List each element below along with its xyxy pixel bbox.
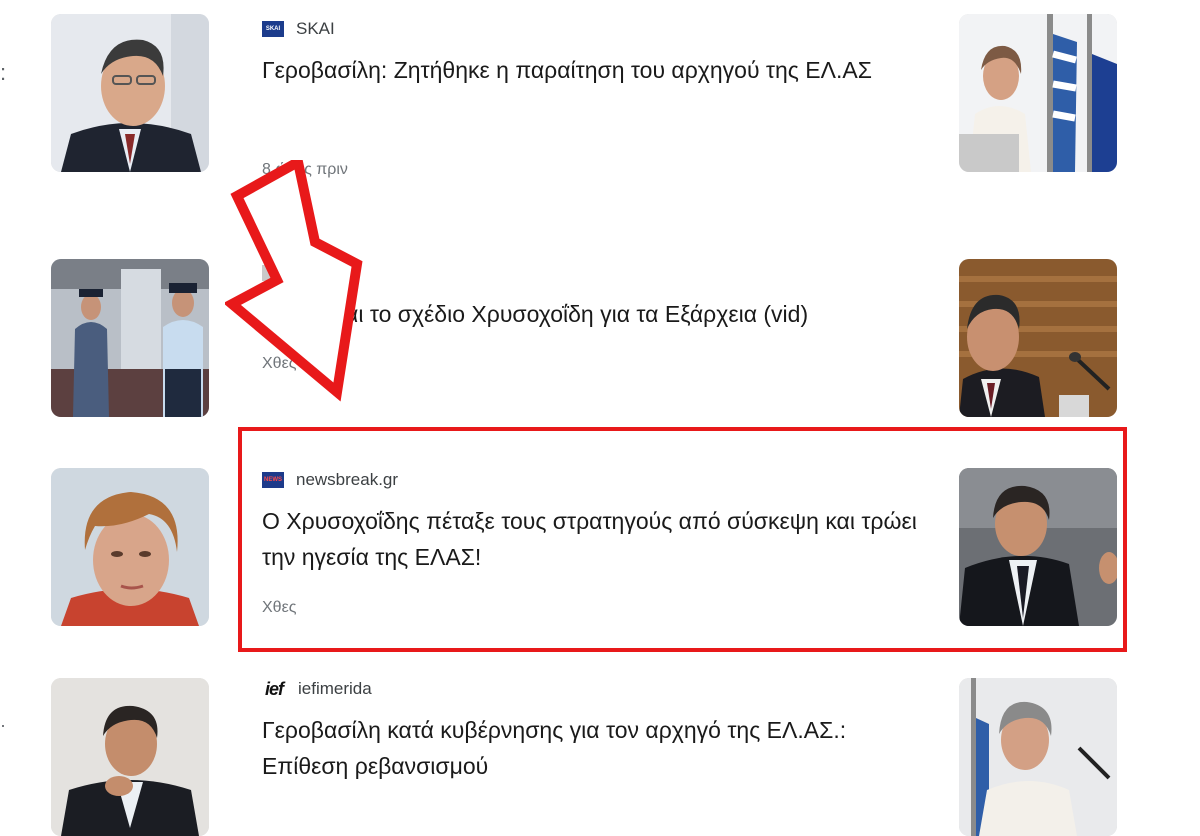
article-1-source-name: SKAI (296, 19, 335, 38)
article-2-headline[interactable]: Αυτό είναι το σχέδιο Χρυσοχοΐδη για τα Ε… (262, 296, 922, 332)
newsbreak-logo-icon: NEWS (262, 472, 284, 488)
article-2-left-image[interactable] (51, 259, 209, 417)
article-2[interactable]: Αυτό είναι το σχέδιο Χρυσοχοΐδη για τα Ε… (262, 262, 922, 332)
article-3[interactable]: NEWS newsbreak.gr Ο Χρυσοχοΐδης πέταξε τ… (262, 469, 922, 575)
article-3-headline[interactable]: Ο Χρυσοχοΐδης πέταξε τους στρατηγούς από… (262, 503, 922, 575)
article-1-right-image[interactable] (959, 14, 1117, 172)
edge-fragment-2: · (0, 715, 6, 735)
article-3-time: Χθες (262, 599, 297, 616)
source-logo-icon (262, 265, 284, 281)
article-4[interactable]: ief iefimerida Γεροβασίλη κατά κυβέρνηση… (262, 678, 922, 784)
article-4-right-image[interactable] (959, 678, 1117, 836)
article-2-time: Χθες (262, 355, 297, 372)
article-1-left-image[interactable] (51, 14, 209, 172)
edge-fragment: : (0, 60, 7, 85)
article-4-source: ief iefimerida (262, 678, 922, 700)
article-1-time: 8 ώρες πριν (262, 161, 348, 178)
article-3-source-name: newsbreak.gr (296, 470, 399, 489)
article-3-left-image[interactable] (51, 468, 209, 626)
article-4-source-name: iefimerida (298, 679, 372, 698)
article-4-headline[interactable]: Γεροβασίλη κατά κυβέρνησης για τον αρχηγ… (262, 712, 922, 784)
article-1-headline[interactable]: Γεροβασίλη: Ζητήθηκε η παραίτηση του αρχ… (262, 52, 922, 88)
article-3-right-image[interactable] (959, 468, 1117, 626)
article-2-right-image[interactable] (959, 259, 1117, 417)
article-2-source (262, 262, 922, 284)
article-3-source: NEWS newsbreak.gr (262, 469, 922, 491)
ief-logo-icon: ief (264, 678, 284, 699)
article-1[interactable]: SKAI SKAI Γεροβασίλη: Ζητήθηκε η παραίτη… (262, 18, 922, 88)
article-4-left-image[interactable] (51, 678, 209, 836)
article-1-source: SKAI SKAI (262, 18, 922, 40)
skai-logo-icon: SKAI (262, 21, 284, 37)
